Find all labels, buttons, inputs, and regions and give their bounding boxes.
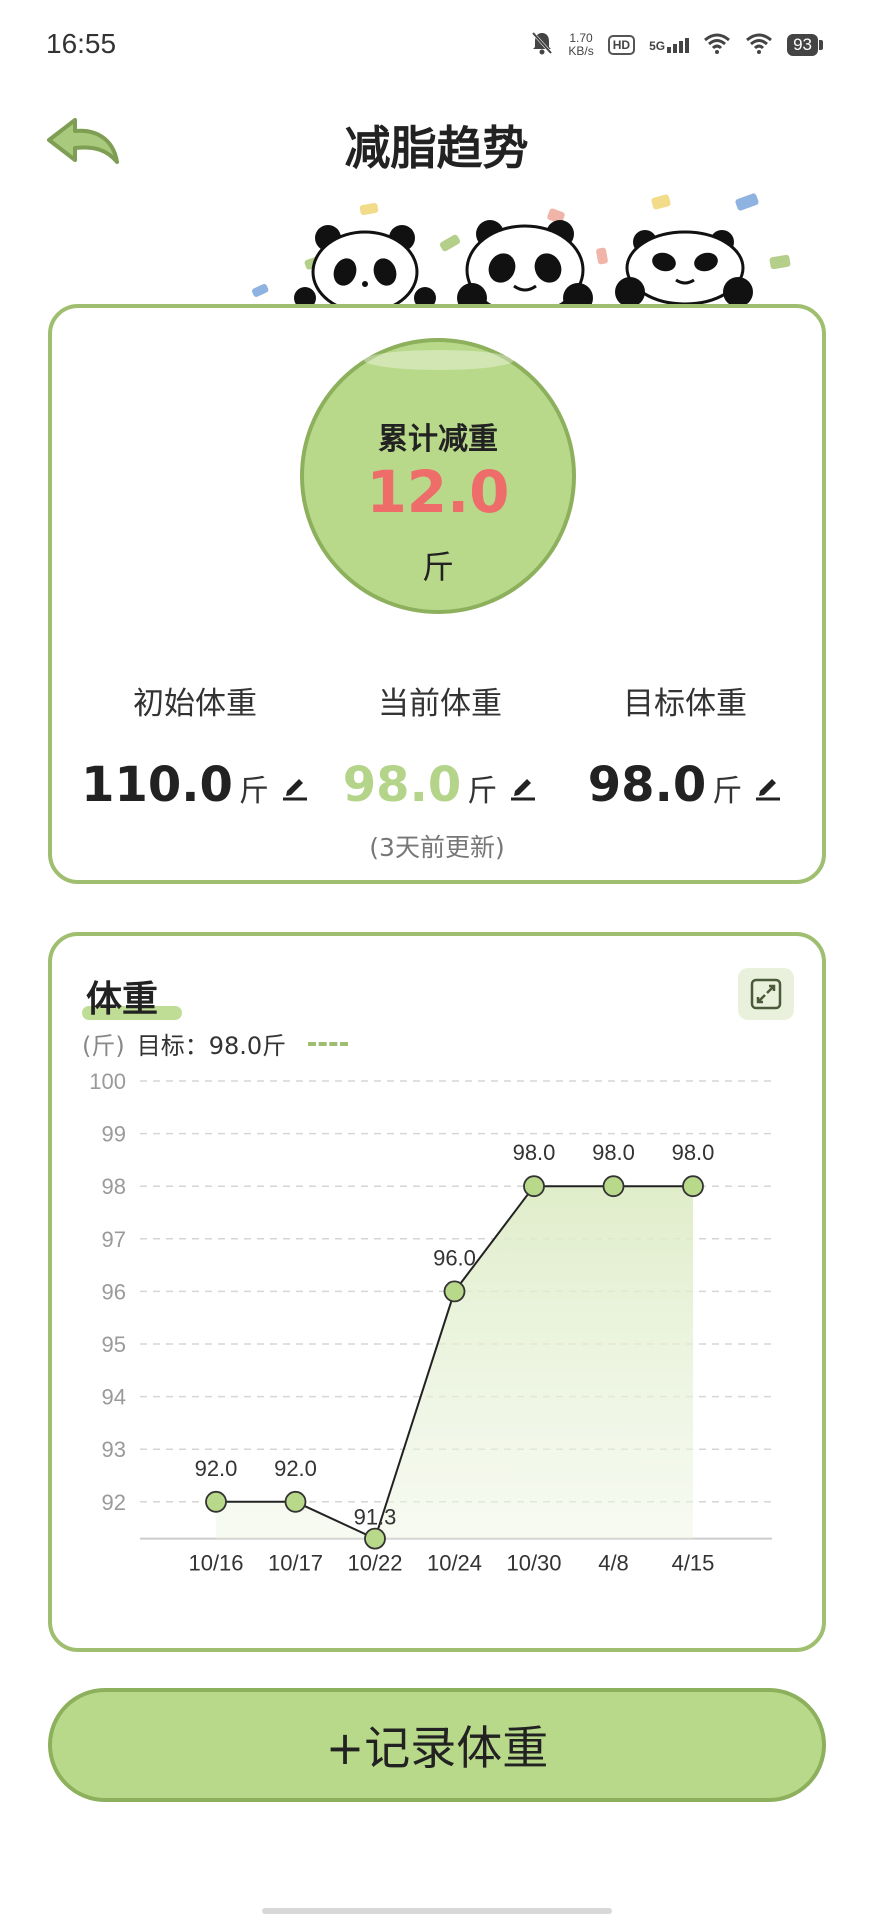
y-tick-label: 95 <box>102 1332 126 1357</box>
weight-line-chart: 100 99 98 97 96 95 94 93 92 92.0 92.0 91.3 96.0 98.0 9… <box>89 1069 772 1576</box>
y-tick-label: 93 <box>102 1437 126 1462</box>
wifi-icon <box>703 32 731 58</box>
y-tick-label: 98 <box>102 1174 126 1199</box>
expand-icon <box>750 978 782 1010</box>
wifi-icon-2 <box>745 32 773 58</box>
data-label: 98.0 <box>513 1140 556 1165</box>
y-tick-label: 97 <box>102 1227 126 1252</box>
home-indicator <box>262 1908 612 1914</box>
battery-icon: 93 <box>787 34 823 56</box>
x-tick-label: 10/22 <box>347 1551 402 1576</box>
record-weight-button[interactable]: +记录体重 <box>48 1688 826 1802</box>
data-point <box>284 1490 307 1513</box>
net-speed: 1.70 KB/s <box>568 32 593 58</box>
current-weight-value: 98.0 <box>342 757 462 813</box>
network-type: 5G <box>649 38 666 53</box>
chart-unit-label: (斤) <box>82 1032 125 1060</box>
target-weight: 目标体重 98.0 斤 <box>555 678 815 813</box>
x-tick-label: 4/8 <box>598 1551 629 1576</box>
weight-chart-card: 体重 (斤) 目标：98.0斤 100 99 98 97 96 95 94 93 92 92.0 9… <box>48 932 826 1652</box>
data-point <box>602 1175 625 1198</box>
data-point <box>205 1490 227 1513</box>
battery-level: 93 <box>787 34 818 56</box>
expand-chart-button[interactable] <box>738 968 794 1020</box>
current-weight: 当前体重 98.0 斤 <box>310 678 570 813</box>
edit-initial-weight-icon[interactable] <box>279 771 309 801</box>
y-tick-label: 96 <box>102 1279 126 1304</box>
page-title: 减脂趋势 <box>344 121 529 175</box>
data-point <box>523 1175 545 1198</box>
data-point <box>364 1527 386 1550</box>
data-point <box>443 1280 466 1303</box>
current-weight-unit: 斤 <box>467 774 498 809</box>
x-tick-label: 10/24 <box>427 1551 482 1576</box>
mute-bell-icon <box>530 30 554 60</box>
status-bar: 16:55 1.70 KB/s HD 5G 93 <box>0 0 873 92</box>
chart-title: 体重 <box>86 979 159 1020</box>
panda-3 <box>615 230 753 307</box>
initial-weight-label: 初始体重 <box>133 686 257 722</box>
cellular-signal-icon: 5G <box>649 37 690 53</box>
edit-current-weight-icon[interactable] <box>507 771 537 801</box>
data-label: 91.3 <box>354 1505 397 1530</box>
y-tick-label: 100 <box>89 1069 126 1094</box>
status-time: 16:55 <box>46 28 117 59</box>
data-label: 92.0 <box>274 1456 317 1481</box>
target-weight-label: 目标体重 <box>623 686 747 722</box>
initial-weight: 初始体重 110.0 斤 <box>65 678 325 813</box>
net-speed-unit: KB/s <box>568 44 594 58</box>
x-tick-label: 10/30 <box>506 1551 561 1576</box>
y-tick-label: 92 <box>102 1490 126 1515</box>
data-label: 98.0 <box>592 1140 635 1165</box>
target-weight-value: 98.0 <box>587 757 707 813</box>
data-label: 92.0 <box>195 1456 238 1481</box>
initial-weight-unit: 斤 <box>238 774 269 809</box>
data-label: 98.0 <box>672 1140 715 1165</box>
total-loss-circle: 累计减重 12.0 斤 <box>300 338 576 614</box>
y-tick-label: 99 <box>102 1122 126 1147</box>
status-icons: 1.70 KB/s HD 5G 93 <box>530 30 823 60</box>
total-loss-label: 累计减重 <box>378 422 498 457</box>
data-point <box>682 1175 704 1198</box>
y-tick-label: 94 <box>102 1385 126 1410</box>
current-weight-label: 当前体重 <box>378 686 502 722</box>
x-tick-label: 10/17 <box>268 1551 323 1576</box>
chart-legend: (斤) 目标：98.0斤 <box>82 1026 349 1061</box>
x-tick-label: 4/15 <box>672 1551 715 1576</box>
target-weight-unit: 斤 <box>712 774 743 809</box>
updated-note: (3天前更新) <box>369 833 505 862</box>
panda-2 <box>457 220 593 316</box>
summary-card: 累计减重 12.0 斤 初始体重 110.0 斤 当前体重 98.0 斤 目标体… <box>48 304 826 884</box>
panda-1 <box>294 225 436 314</box>
target-legend-swatch <box>308 1041 349 1046</box>
total-loss-value: 12.0 <box>366 458 510 526</box>
total-loss-unit: 斤 <box>421 548 454 586</box>
data-label: 96.0 <box>433 1245 476 1270</box>
initial-weight-value: 110.0 <box>81 757 233 813</box>
edit-target-weight-icon[interactable] <box>752 771 782 801</box>
panda-decoration <box>252 193 791 316</box>
hd-badge: HD <box>607 35 636 55</box>
target-legend-label: 目标：98.0斤 <box>136 1032 287 1060</box>
x-tick-label: 10/16 <box>188 1551 243 1576</box>
